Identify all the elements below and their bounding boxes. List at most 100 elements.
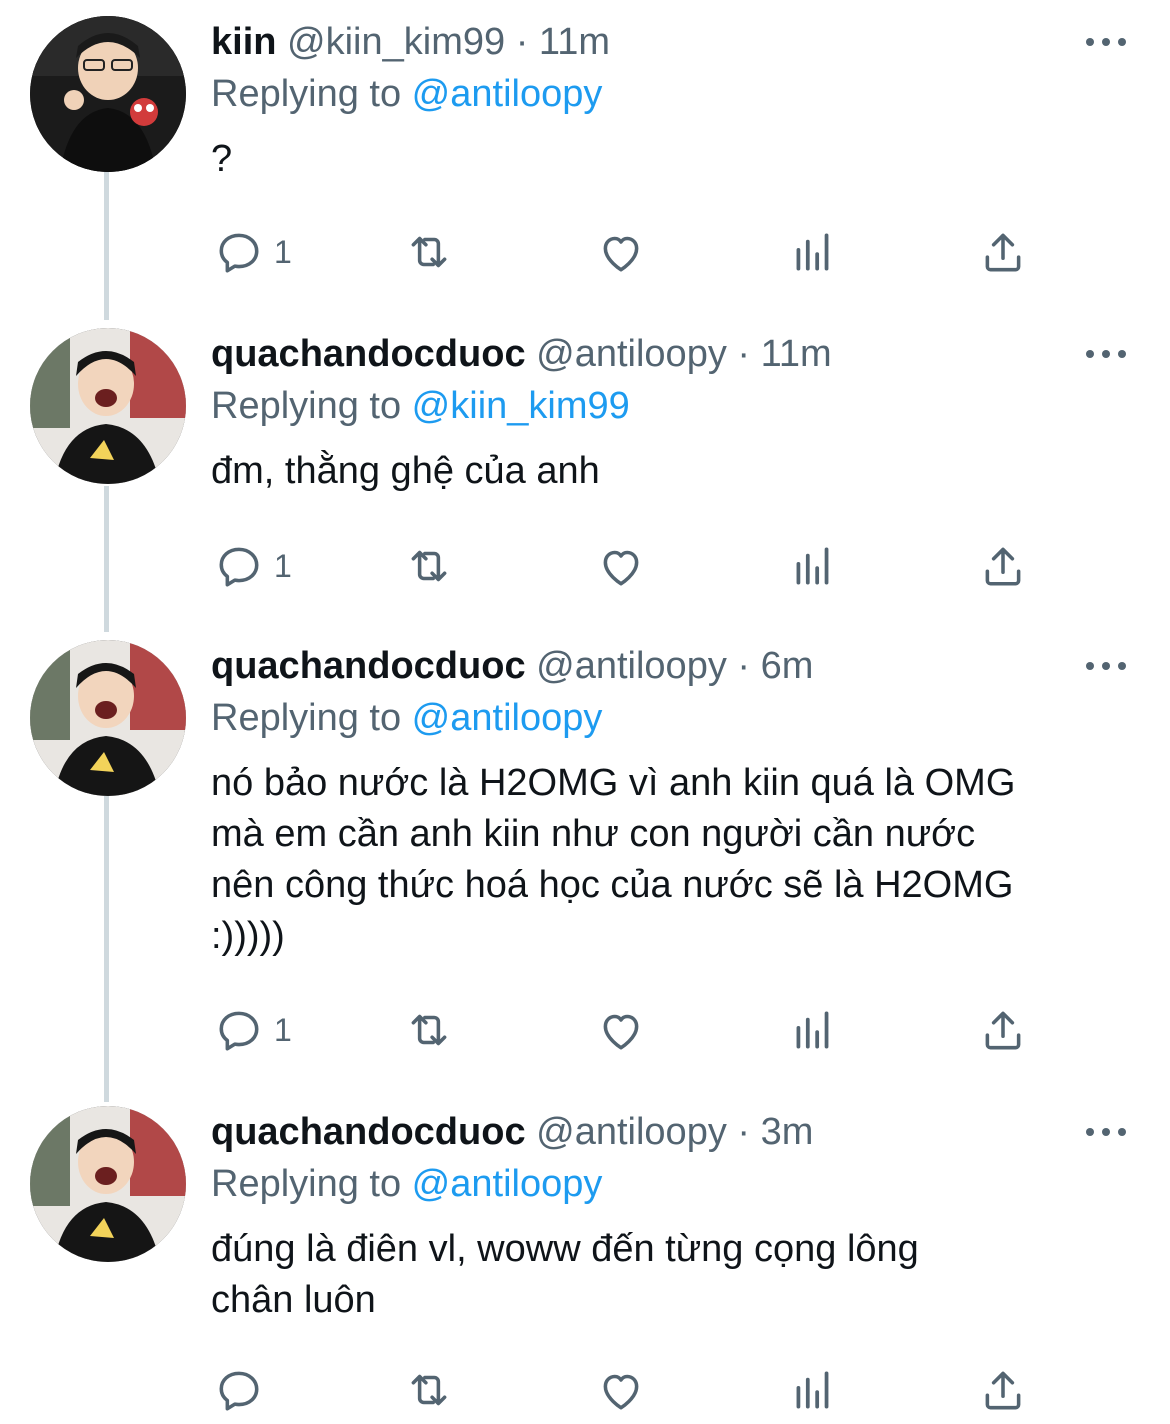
retweet-icon <box>411 550 447 582</box>
user-handle[interactable]: @antiloopy <box>536 645 727 687</box>
mention-link[interactable]: @antiloopy <box>412 73 603 115</box>
mention-link[interactable]: @antiloopy <box>412 697 603 739</box>
share-icon <box>985 547 1021 586</box>
timestamp[interactable]: 3m <box>761 1111 814 1153</box>
reply-button[interactable]: 1 <box>214 1000 292 1060</box>
share-icon <box>985 233 1021 272</box>
avatar-photo <box>30 1106 186 1262</box>
like-button[interactable] <box>596 1000 646 1060</box>
timestamp[interactable]: 6m <box>761 645 814 687</box>
user-handle[interactable]: @kiin_kim99 <box>287 21 505 63</box>
retweet-icon <box>411 1374 447 1406</box>
more-icon <box>1086 350 1094 358</box>
replying-to-line: Replying to @antiloopy <box>211 1158 1140 1210</box>
views-button[interactable] <box>788 1360 838 1420</box>
share-button[interactable] <box>978 1360 1028 1420</box>
reply-icon <box>219 1371 259 1411</box>
like-icon <box>603 1374 639 1410</box>
views-button[interactable] <box>788 1000 838 1060</box>
tweet-header: quachandocduoc @antiloopy · 6m <box>211 640 1140 692</box>
like-button[interactable] <box>596 536 646 596</box>
views-button[interactable] <box>788 222 838 282</box>
replying-to-line: Replying to @antiloopy <box>211 68 1140 120</box>
timestamp[interactable]: 11m <box>761 333 832 375</box>
tweet-header: quachandocduoc @antiloopy · 11m <box>211 328 1140 380</box>
like-icon <box>603 236 639 272</box>
tweet-header: kiin @kiin_kim99 · 11m <box>211 16 1140 68</box>
reply-thread: kiin @kiin_kim99 · 11m Replying to @anti… <box>0 0 1170 1424</box>
separator-dot: · <box>737 1111 751 1153</box>
separator-dot: · <box>515 21 529 63</box>
more-icon <box>1086 662 1094 670</box>
reply-button[interactable]: 1 <box>214 222 292 282</box>
reply-icon <box>219 1011 259 1051</box>
reply-button[interactable]: 1 <box>214 536 292 596</box>
reply-count: 1 <box>274 233 292 270</box>
more-options-button[interactable] <box>1086 1120 1126 1144</box>
share-button[interactable] <box>978 1000 1028 1060</box>
share-icon <box>985 1371 1021 1410</box>
avatar-photo <box>30 328 186 484</box>
reply-count: 1 <box>274 1011 292 1048</box>
avatar[interactable] <box>30 328 186 484</box>
views-icon <box>796 1011 829 1049</box>
retweet-button[interactable] <box>404 536 454 596</box>
avatar-photo <box>30 16 186 172</box>
like-button[interactable] <box>596 222 646 282</box>
tweet-text: nó bảo nước là H2OMG vì anh kiin quá là … <box>211 762 1016 957</box>
views-icon <box>796 233 829 271</box>
more-icon-dot <box>1118 350 1126 358</box>
retweet-button[interactable] <box>404 1000 454 1060</box>
replying-to-label: Replying to <box>211 73 412 115</box>
reply-count: 1 <box>274 547 292 584</box>
tweet-text: đm, thằng ghệ của anh <box>211 450 600 492</box>
retweet-button[interactable] <box>404 222 454 282</box>
retweet-icon <box>411 236 447 268</box>
share-button[interactable] <box>978 222 1028 282</box>
display-name[interactable]: quachandocduoc <box>211 645 526 687</box>
retweet-icon <box>411 1014 447 1046</box>
more-icon-dot <box>1102 38 1110 46</box>
separator-dot: · <box>737 645 751 687</box>
replying-to-label: Replying to <box>211 697 412 739</box>
display-name[interactable]: quachandocduoc <box>211 333 526 375</box>
tweet-actions <box>0 1360 1170 1420</box>
timestamp[interactable]: 11m <box>539 21 610 63</box>
more-options-button[interactable] <box>1086 342 1126 366</box>
more-options-button[interactable] <box>1086 654 1126 678</box>
share-button[interactable] <box>978 536 1028 596</box>
tweet-actions: 1 <box>0 1000 1170 1060</box>
tweet-text: đúng là điên vl, woww đến từng cọng lông… <box>211 1228 919 1321</box>
replying-to-line: Replying to @kiin_kim99 <box>211 380 1140 432</box>
retweet-button[interactable] <box>404 1360 454 1420</box>
display-name[interactable]: quachandocduoc <box>211 1111 526 1153</box>
more-icon-dot <box>1118 38 1126 46</box>
mention-link[interactable]: @kiin_kim99 <box>412 385 630 427</box>
like-icon <box>603 550 639 586</box>
avatar[interactable] <box>30 1106 186 1262</box>
reply-icon <box>219 547 259 587</box>
replying-to-label: Replying to <box>211 1163 412 1205</box>
more-icon-dot <box>1102 662 1110 670</box>
like-button[interactable] <box>596 1360 646 1420</box>
avatar[interactable] <box>30 16 186 172</box>
more-icon-dot <box>1118 662 1126 670</box>
avatar[interactable] <box>30 640 186 796</box>
mention-link[interactable]: @antiloopy <box>412 1163 603 1205</box>
views-button[interactable] <box>788 536 838 596</box>
more-icon-dot <box>1102 1128 1110 1136</box>
separator-dot: · <box>737 333 751 375</box>
more-icon-dot <box>1102 350 1110 358</box>
views-icon <box>796 1371 829 1409</box>
more-icon-dot <box>1118 1128 1126 1136</box>
user-handle[interactable]: @antiloopy <box>536 1111 727 1153</box>
share-icon <box>985 1011 1021 1050</box>
user-handle[interactable]: @antiloopy <box>536 333 727 375</box>
more-icon <box>1086 1128 1094 1136</box>
more-icon <box>1086 38 1094 46</box>
tweet-actions: 1 <box>0 536 1170 596</box>
more-options-button[interactable] <box>1086 30 1126 54</box>
like-icon <box>603 1014 639 1050</box>
reply-button[interactable] <box>214 1360 274 1420</box>
display-name[interactable]: kiin <box>211 21 276 63</box>
